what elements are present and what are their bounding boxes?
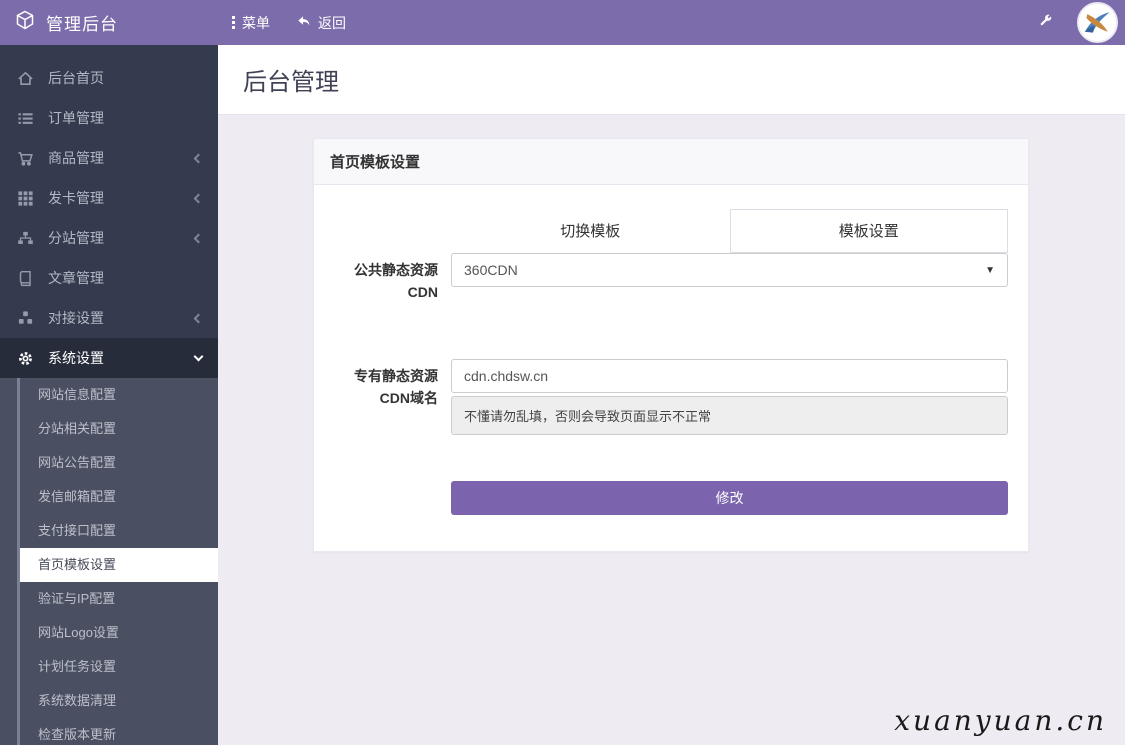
submit-button[interactable]: 修改 [451,481,1008,515]
chevron-left-icon [194,313,204,323]
sidebar-item-system-settings[interactable]: 系统设置 [0,338,218,378]
chevron-left-icon [194,193,204,203]
sidebar-item-articles[interactable]: 文章管理 [0,258,218,298]
sidebar-item-orders[interactable]: 订单管理 [0,98,218,138]
sidebar-item-products[interactable]: 商品管理 [0,138,218,178]
submenu-item-payment-api[interactable]: 支付接口配置 [0,514,218,548]
return-arrow-icon [296,14,311,32]
sidebar-item-label: 系统设置 [48,348,104,368]
submenu-item-cron-tasks[interactable]: 计划任务设置 [0,650,218,684]
submenu-item-announcement[interactable]: 网站公告配置 [0,446,218,480]
submenu-item-mail-config[interactable]: 发信邮箱配置 [0,480,218,514]
page-title: 后台管理 [243,62,339,97]
cube-icon [15,10,35,35]
card-title: 首页模板设置 [314,139,1028,185]
vertical-ellipsis-icon [232,16,235,29]
template-settings-card: 首页模板设置 切换模板 模板设置 公共静态资源 CDN 360CDN [313,138,1029,552]
watermark: xuanyuan.cn [894,704,1107,737]
submenu-item-site-logo[interactable]: 网站Logo设置 [0,616,218,650]
select-caret-icon: ▼ [985,265,995,276]
chevron-down-icon [194,351,204,361]
wrench-icon[interactable] [1038,13,1053,33]
submenu-item-verify-ip[interactable]: 验证与IP配置 [0,582,218,616]
sidebar-item-label: 后台首页 [48,68,104,88]
sidebar-item-label: 订单管理 [48,108,104,128]
back-button[interactable]: 返回 [296,13,346,33]
submenu-item-home-template[interactable]: 首页模板设置 [20,548,218,582]
gear-icon [16,350,35,367]
private-cdn-help-text: 不懂请勿乱填，否则会导致页面显示不正常 [451,396,1008,435]
sidebar-item-dashboard[interactable]: 后台首页 [0,58,218,98]
public-cdn-label: 公共静态资源 CDN [334,253,451,303]
sidebar-item-label: 对接设置 [48,308,104,328]
grid-icon [16,190,35,207]
public-cdn-select[interactable]: 360CDN ▼ [451,253,1008,287]
submenu-item-substation-config[interactable]: 分站相关配置 [0,412,218,446]
private-cdn-input[interactable] [451,359,1008,393]
chevron-left-icon [194,153,204,163]
brand[interactable]: 管理后台 [0,10,218,35]
submenu-item-site-info[interactable]: 网站信息配置 [0,378,218,412]
menu-button[interactable]: 菜单 [232,13,270,33]
content-area: 首页模板设置 切换模板 模板设置 公共静态资源 CDN 360CDN [218,115,1125,745]
private-cdn-label: 专有静态资源 CDN域名 [334,359,451,435]
avatar[interactable] [1077,2,1118,43]
template-tabs: 切换模板 模板设置 [451,209,1008,253]
home-icon [16,70,35,87]
submenu-item-data-cleanup[interactable]: 系统数据清理 [0,684,218,718]
tab-switch-template[interactable]: 切换模板 [451,209,730,253]
brand-title: 管理后台 [46,10,118,35]
book-icon [16,270,35,287]
topbar: 管理后台 菜单 返回 [0,0,1125,45]
sidebar-item-cards[interactable]: 发卡管理 [0,178,218,218]
menu-label: 菜单 [242,13,270,33]
cart-icon [16,150,35,167]
sidebar-item-label: 文章管理 [48,268,104,288]
cubes-icon [16,310,35,327]
tab-template-settings[interactable]: 模板设置 [730,209,1009,253]
sidebar-item-substations[interactable]: 分站管理 [0,218,218,258]
sitemap-icon [16,230,35,247]
system-settings-submenu: 网站信息配置 分站相关配置 网站公告配置 发信邮箱配置 支付接口配置 首页模板设… [0,378,218,745]
submenu-item-check-update[interactable]: 检查版本更新 [0,718,218,745]
list-icon [16,110,35,127]
sidebar-item-label: 商品管理 [48,148,104,168]
sidebar-item-label: 分站管理 [48,228,104,248]
chevron-left-icon [194,233,204,243]
page-header: 后台管理 [218,45,1125,115]
sidebar-item-integrations[interactable]: 对接设置 [0,298,218,338]
sidebar-item-label: 发卡管理 [48,188,104,208]
sidebar: 后台首页 订单管理 商品管理 [0,45,218,745]
public-cdn-selected-value: 360CDN [464,262,518,278]
back-label: 返回 [318,13,346,33]
